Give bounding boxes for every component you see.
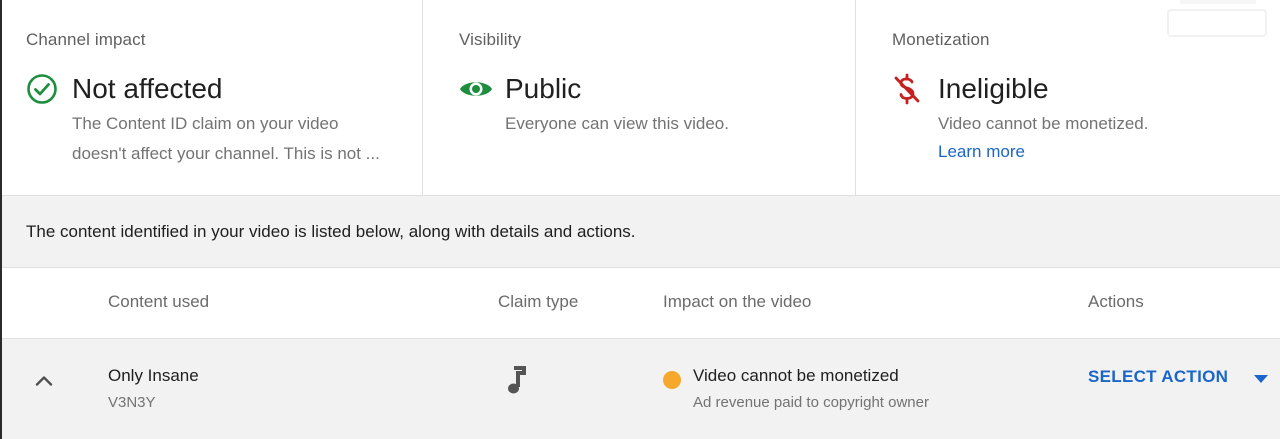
info-banner: The content identified in your video is …: [2, 196, 1280, 268]
channel-impact-description: The Content ID claim on your video doesn…: [72, 109, 422, 169]
channel-impact-status: Not affected: [72, 73, 223, 104]
description-line: The Content ID claim on your video: [72, 114, 339, 133]
description-line: doesn't affect your channel. This is not…: [72, 144, 380, 163]
check-circle-icon: [26, 73, 62, 105]
card-label: Channel impact: [26, 30, 146, 49]
header-impact: Impact on the video: [663, 292, 812, 311]
eye-icon: [459, 73, 495, 105]
channel-impact-card: Channel impact Not affected The Content …: [2, 0, 423, 195]
table-header: Content used Claim type Impact on the vi…: [2, 268, 1280, 339]
impact-title: Video cannot be monetized: [693, 366, 899, 385]
monetization-card: Monetization Ineligible Video cannot be …: [856, 0, 1280, 195]
select-action-button[interactable]: SELECT ACTION: [1088, 367, 1228, 387]
chevron-up-icon[interactable]: [32, 369, 56, 393]
caret-down-icon[interactable]: [1253, 372, 1269, 384]
visibility-card: Visibility Public Everyone can view this…: [423, 0, 856, 195]
no-money-icon: [892, 73, 928, 105]
card-heading: Ineligible: [892, 72, 1280, 106]
card-label: Visibility: [459, 30, 522, 49]
learn-more-link[interactable]: Learn more: [938, 142, 1025, 162]
header-actions: Actions: [1088, 292, 1144, 311]
warning-status-dot: [663, 371, 681, 389]
visibility-status: Public: [505, 73, 582, 104]
impact-subtitle: Ad revenue paid to copyright owner: [693, 394, 929, 411]
watermark-logo: [1167, 0, 1267, 37]
header-content-used: Content used: [108, 292, 210, 311]
copyright-details-panel: Channel impact Not affected The Content …: [0, 0, 1280, 439]
description-line: Video cannot be monetized.: [938, 114, 1149, 133]
summary-cards: Channel impact Not affected The Content …: [2, 0, 1280, 196]
content-artist: V3N3Y: [108, 394, 156, 411]
description-line: Everyone can view this video.: [505, 114, 729, 133]
monetization-description: Video cannot be monetized.: [938, 109, 1280, 139]
card-heading: Not affected: [26, 72, 422, 106]
monetization-status: Ineligible: [938, 73, 1049, 104]
visibility-description: Everyone can view this video.: [505, 109, 855, 139]
music-note-icon: [500, 365, 530, 397]
card-heading: Public: [459, 72, 855, 106]
table-row: Only Insane V3N3Y Video cannot be moneti…: [2, 339, 1280, 439]
header-claim-type: Claim type: [498, 292, 579, 311]
content-title: Only Insane: [108, 366, 199, 385]
